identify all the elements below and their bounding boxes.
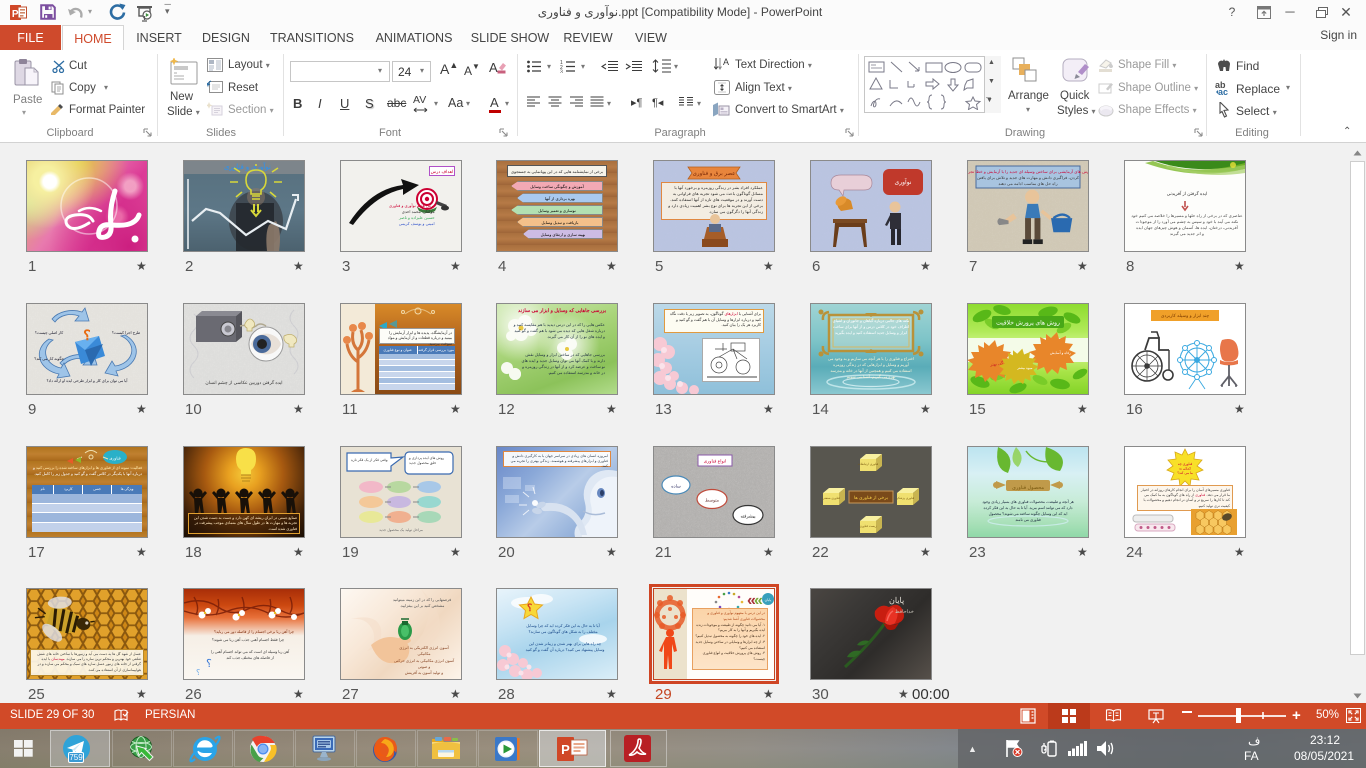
svg-text:خلق محصول جدید: خلق محصول جدید (409, 460, 437, 465)
svg-text:چه راه هایی برای بهتر شدن و زی: چه راه هایی برای بهتر شدن و زیباتر شدن ا… (529, 641, 602, 646)
svg-text:آفریدنی، درختان، ایده ها، آسما: آفریدنی، درختان، ایده ها، آسمان و هوش چی… (1136, 225, 1239, 230)
svg-text:آیا می توان برای کار و ابزار ط: آیا می توان برای کار و ابزار طرحی ایده ا… (47, 378, 129, 383)
svg-text:فناوری می نامند: فناوری می نامند (1015, 517, 1041, 522)
svg-text:کردن، فراگیری دانش و مهارت های: کردن، فراگیری دانش و مهارت های جدید و تل… (977, 175, 1079, 180)
svg-text:از فاصله های مختلف جذب کند: از فاصله های مختلف جذب کند (226, 655, 273, 660)
svg-text:ac: ac (1218, 87, 1228, 96)
svg-text:؟: ؟ (196, 668, 200, 677)
svg-text:روش های آزمایشی برای ساختن وسی: روش های آزمایشی برای ساختن وسیله ای جدید… (968, 169, 1088, 174)
svg-text:هر آنچه و طبیعت، محصولات فناور: هر آنچه و طبیعت، محصولات فناوری های بسیا… (982, 499, 1074, 504)
svg-text:چرا فقط اجسام آهنی جذب آهن ربا: چرا فقط اجسام آهنی جذب آهن ربا می شوند؟ (212, 637, 285, 642)
svg-text:وقتی فکر از یک فکر تازه: وقتی فکر از یک فکر تازه (351, 457, 388, 462)
svg-text:روش های ایده پردازی و: روش های ایده پردازی و (408, 455, 445, 460)
svg-text:نکته می آیند با خود و سپس به چ: نکته می آیند با خود و سپس به چشم می آورد… (1136, 219, 1239, 224)
svg-text:آیا تا به حال به این فکر کرده: آیا تا به حال به این فکر کرده اید که چرا… (526, 623, 600, 628)
svg-text:طرح اجرا کیست؟: طرح اجرا کیست؟ (112, 330, 140, 335)
svg-text:چگونه کار می کند؟: چگونه کار می کند؟ (34, 356, 64, 361)
svg-text:ایده گرفتن از آفریدنی: ایده گرفتن از آفریدنی (1167, 190, 1207, 197)
svg-text:؟: ؟ (83, 329, 90, 344)
svg-text:آهن ربا وسیله ای است که می توا: آهن ربا وسیله ای است که می تواند اجسام آ… (211, 649, 291, 654)
svg-text:؟: ؟ (206, 658, 212, 670)
svg-text:فناوری: فناوری (109, 456, 120, 461)
svg-text:P: P (12, 9, 19, 20)
svg-text:فناوری ارتباطات: فناوری ارتباطات (858, 462, 879, 466)
svg-text:فناوری پزشکی: فناوری پزشکی (896, 496, 915, 500)
svg-text:رفاه و آسایش: رفاه و آسایش (1050, 350, 1071, 355)
svg-text:نوآوری: نوآوری (895, 178, 912, 186)
svg-text:راه حل های مناسب ادامه می دهند: راه حل های مناسب ادامه می دهند (998, 181, 1057, 186)
svg-text:زیست فناوری: زیست فناوری (859, 524, 877, 528)
svg-text:وسایل پیشنهاد می کنید؟ درباره: وسایل پیشنهاد می کنید؟ درباره آن گفت و گ… (526, 647, 605, 652)
svg-text:ساده: ساده (671, 484, 681, 489)
svg-text:روش های پرورش خلاقیت: روش های پرورش خلاقیت (996, 320, 1060, 327)
svg-text:چرا آهن ربا برخی اجسام را از ف: چرا آهن ربا برخی اجسام را از فاصله دور م… (214, 629, 295, 634)
svg-text:ایده گرفتن دوربین عکاسی از چشم: ایده گرفتن دوربین عکاسی از چشم انسان (205, 379, 282, 386)
svg-text:کار اصلی چیست؟: کار اصلی چیست؟ (35, 330, 63, 335)
svg-text:دارد که می توانند اسم ببرید. آ: دارد که می توانند اسم ببرید. آیا تا به ح… (984, 505, 1073, 510)
svg-text:و اثر جدید می گیرند: و اثر جدید می گیرند (1170, 231, 1204, 236)
svg-text:خداحافظ: خداحافظ (895, 609, 914, 615)
svg-text:پایان: پایان (889, 596, 904, 605)
svg-text:A: A (489, 60, 498, 75)
svg-text:3: 3 (560, 70, 563, 74)
svg-text:مراحل تولید یک محصول جدید: مراحل تولید یک محصول جدید (379, 527, 423, 532)
svg-text:مختلف را به شکل های گوناگون می: مختلف را به شکل های گوناگون می سازند؟ (528, 629, 597, 634)
svg-text:P: P (561, 742, 570, 757)
svg-text:«: « (754, 592, 763, 609)
svg-text:عناصری که در برخی از راه حلها: عناصری که در برخی از راه حلها و مسیرها ر… (1131, 213, 1243, 218)
svg-text:؟: ؟ (527, 603, 532, 614)
svg-text:فناوری صنعتی: فناوری صنعتی (822, 496, 840, 500)
svg-text:محصول فناوری: محصول فناوری (1012, 485, 1044, 491)
svg-text:میوه بیشتر: میوه بیشتر (1016, 366, 1032, 370)
svg-text:اید که این وسایل چگونه ساخته م: اید که این وسایل چگونه ساخته می شوند؟ مح… (989, 511, 1068, 516)
svg-text:پایان: پایان (765, 597, 772, 602)
svg-text:A: A (723, 57, 729, 67)
